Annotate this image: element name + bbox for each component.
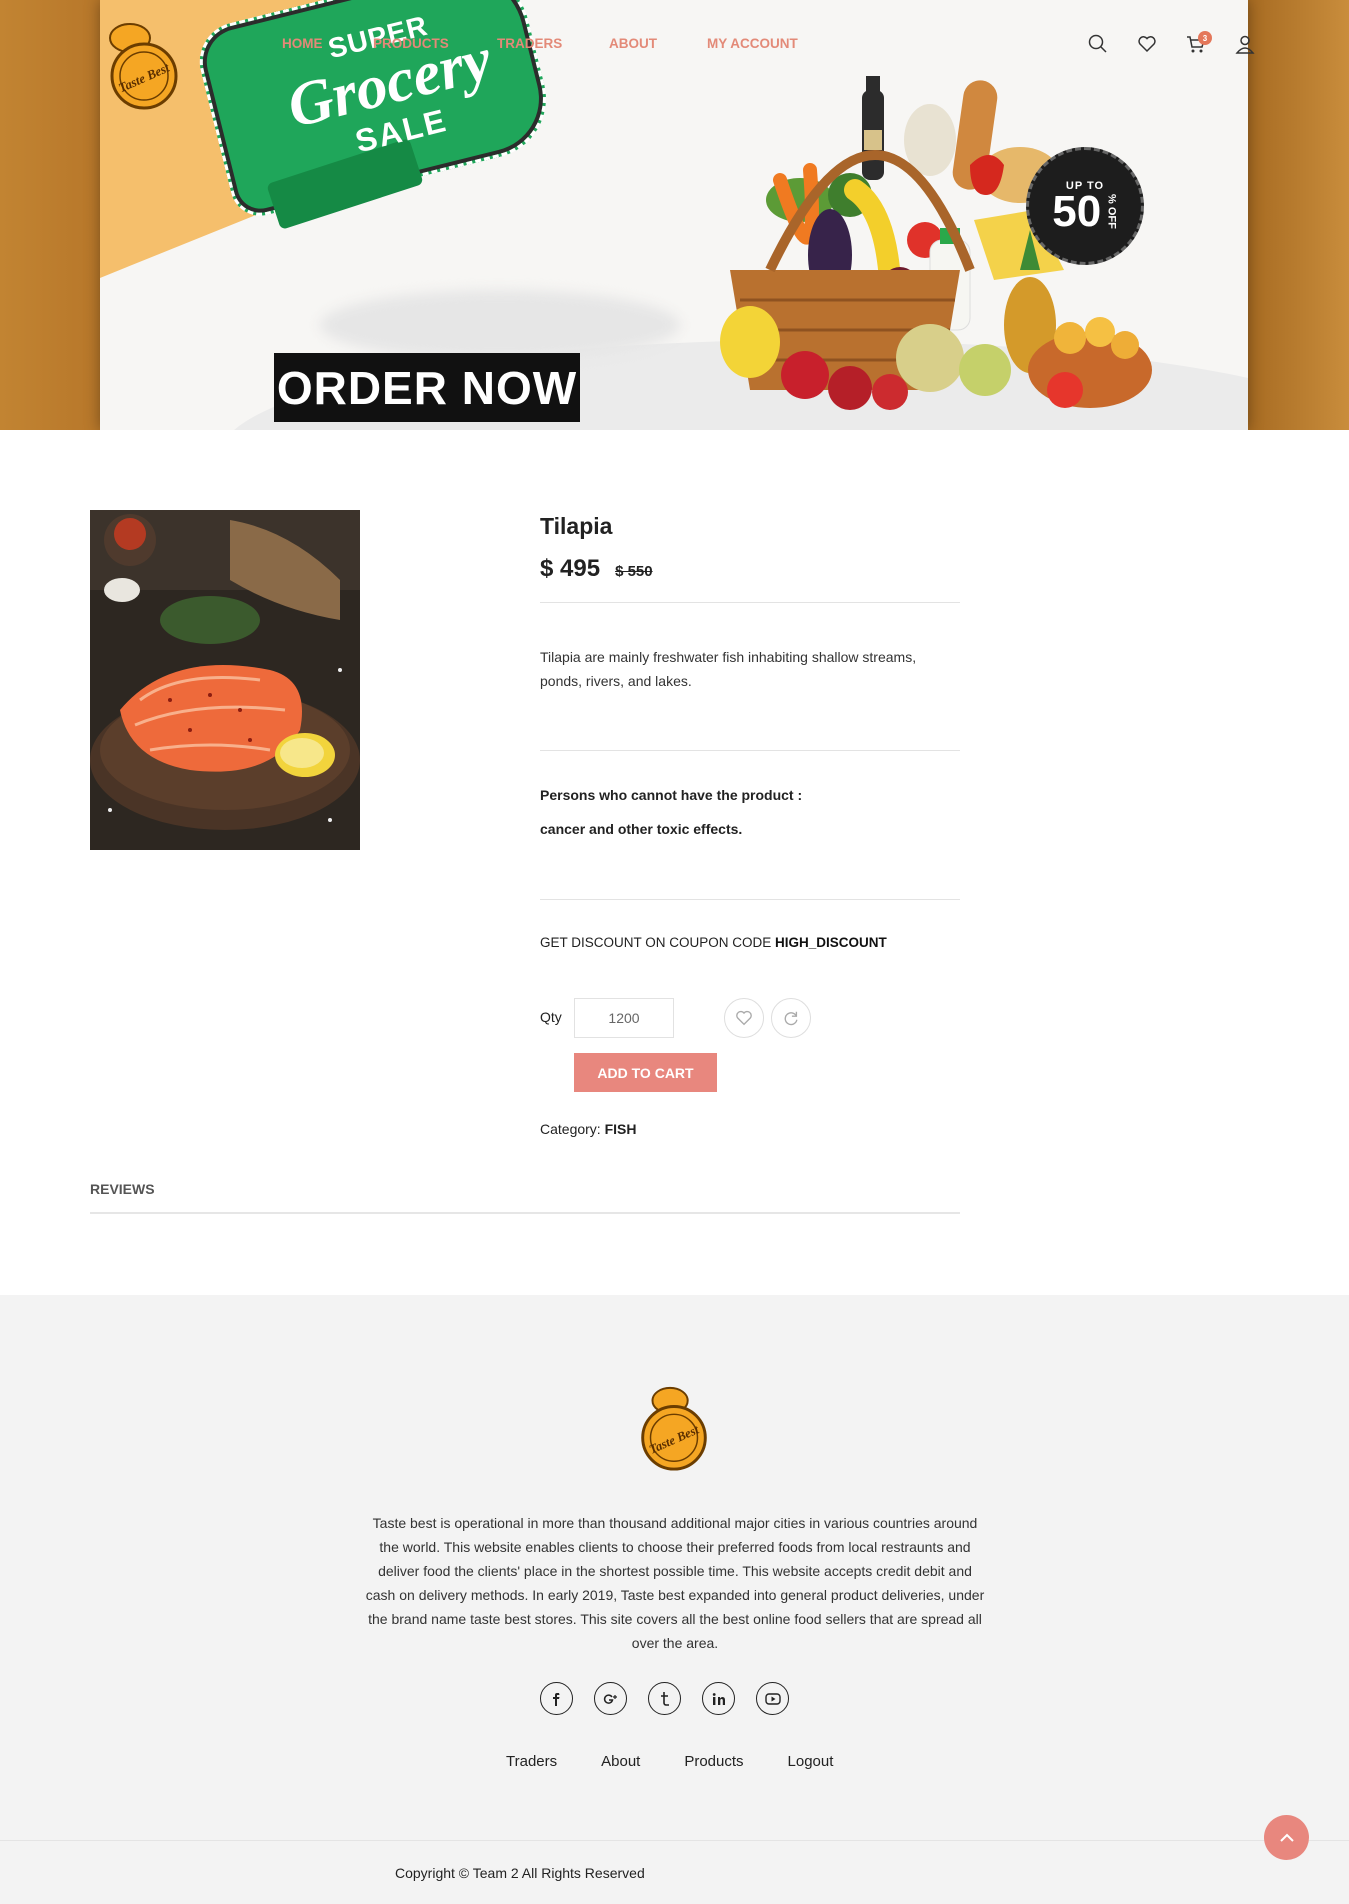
site-footer: Taste Best Taste best is operational in …	[0, 1295, 1349, 1904]
product-description: Tilapia are mainly freshwater fish inhab…	[540, 649, 917, 689]
divider	[540, 602, 960, 603]
back-to-top-button[interactable]	[1264, 1815, 1309, 1860]
nav-item-my-account[interactable]: MY ACCOUNT	[707, 36, 798, 51]
coupon-code: HIGH_DISCOUNT	[775, 935, 887, 950]
apple-2	[828, 366, 872, 410]
cart-count-badge: 3	[1198, 31, 1212, 45]
qty-label: Qty	[540, 1009, 562, 1025]
melon	[896, 324, 964, 392]
bananas	[844, 179, 901, 291]
restriction-text: cancer and other toxic effects.	[540, 821, 743, 837]
hero-backdrop-left	[0, 0, 100, 430]
product-title: Tilapia	[540, 513, 613, 539]
price-row: $ 495 $ 550	[540, 555, 960, 583]
quantity-input[interactable]	[574, 998, 674, 1038]
wishlist-heart-icon[interactable]	[1137, 34, 1159, 56]
user-account-icon[interactable]	[1235, 34, 1257, 56]
apple-4	[1047, 372, 1083, 408]
apple-1	[781, 351, 829, 399]
nav-item-about[interactable]: ABOUT	[609, 36, 657, 51]
add-to-wishlist-button[interactable]	[724, 998, 764, 1038]
tabs-underline	[90, 1212, 960, 1214]
nav-item-home[interactable]: HOME	[282, 36, 323, 51]
add-to-cart-button[interactable]: ADD TO CART	[574, 1053, 717, 1092]
salmon-fillet-photo	[90, 510, 360, 850]
social-links	[540, 1682, 810, 1715]
hero-backdrop-right	[1248, 0, 1349, 430]
footer-link-traders[interactable]: Traders	[506, 1753, 557, 1770]
search-icon[interactable]	[1088, 34, 1110, 56]
restriction-title: Persons who cannot have the product :	[540, 787, 803, 803]
hero-banner: SUPER Grocery SALE ORDER NOW UP TO 50 % …	[0, 0, 1349, 430]
category-label: Category:	[540, 1121, 601, 1137]
header-icons: 3	[1088, 31, 1284, 56]
footer-logo[interactable]: Taste Best	[636, 1383, 712, 1473]
divider	[540, 899, 960, 900]
melon-2	[959, 344, 1011, 396]
tumblr-icon[interactable]	[648, 1682, 681, 1715]
apple-3	[872, 374, 908, 410]
chevron-up-icon	[1279, 1833, 1294, 1842]
discount-badge: UP TO 50 % OFF	[1026, 147, 1144, 265]
compare-button[interactable]	[771, 998, 811, 1038]
heart-icon	[736, 1010, 752, 1026]
footer-nav: Traders About Products Logout	[506, 1753, 877, 1770]
nav-item-traders[interactable]: TRADERS	[497, 36, 562, 51]
product-category: Category: FISH	[540, 1121, 636, 1137]
youtube-icon[interactable]	[756, 1682, 789, 1715]
nav-item-products[interactable]: PRODUCTS	[373, 36, 449, 51]
tab-reviews[interactable]: REVIEWS	[90, 1181, 155, 1197]
footer-divider	[0, 1840, 1349, 1841]
refresh-icon	[784, 1011, 798, 1026]
product-image	[90, 510, 360, 850]
coupon-prefix: GET DISCOUNT ON COUPON CODE	[540, 935, 772, 950]
wine-bottle	[862, 76, 884, 180]
copyright-text: Copyright © Team 2 All Rights Reserved	[395, 1865, 645, 1881]
footer-link-products[interactable]: Products	[684, 1753, 743, 1770]
product-price: $ 495	[540, 555, 601, 582]
product-details: Tilapia $ 495 $ 550 Tilapia are mainly f…	[540, 510, 960, 950]
category-link[interactable]: FISH	[605, 1121, 637, 1137]
order-now-button[interactable]: ORDER NOW	[274, 353, 580, 422]
google-plus-icon[interactable]	[594, 1682, 627, 1715]
taste-best-logo[interactable]: Taste Best	[106, 20, 182, 112]
footer-link-about[interactable]: About	[601, 1753, 640, 1770]
footer-link-logout[interactable]: Logout	[788, 1753, 834, 1770]
badge-value: 50	[1052, 187, 1102, 236]
divider	[540, 750, 960, 751]
badge-off-text: % OFF	[1105, 194, 1118, 229]
lemon	[720, 306, 780, 378]
cart-icon[interactable]: 3	[1186, 31, 1212, 56]
facebook-icon[interactable]	[540, 1682, 573, 1715]
footer-about-text: Taste best is operational in more than t…	[365, 1515, 985, 1651]
linkedin-icon[interactable]	[702, 1682, 735, 1715]
coupon-info: GET DISCOUNT ON COUPON CODE HIGH_DISCOUN…	[540, 935, 960, 950]
product-old-price: $ 550	[615, 563, 653, 580]
